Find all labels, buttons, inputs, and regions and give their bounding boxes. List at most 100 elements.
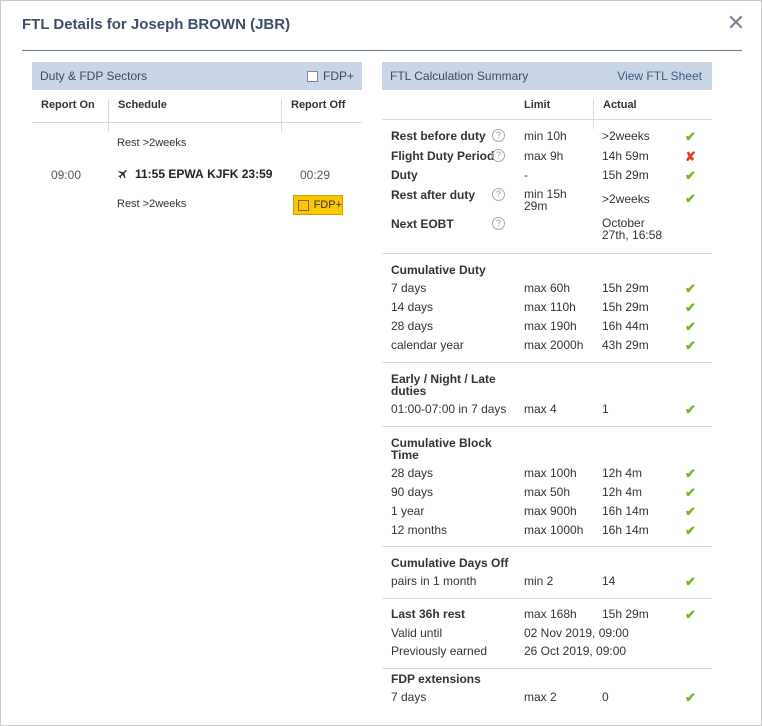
origin-airport: EPWA bbox=[168, 167, 204, 181]
duty-panel-title: Duty & FDP Sectors bbox=[40, 69, 148, 83]
row-limit: max 100h bbox=[524, 466, 577, 480]
row-limit: max 190h bbox=[524, 319, 577, 333]
row-limit: max 900h bbox=[524, 504, 577, 518]
title-divider bbox=[22, 50, 742, 51]
summary-panel-header: FTL Calculation Summary View FTL Sheet bbox=[382, 62, 712, 90]
row-actual: 43h 29m bbox=[602, 338, 649, 352]
last-rest-section: Last 36h rest max 168h 15h 29m ✔ Valid u… bbox=[382, 599, 712, 669]
fdp-plus-label: FDP+ bbox=[323, 69, 355, 83]
col-schedule: Schedule bbox=[118, 99, 167, 111]
flight-sector[interactable]: 11:55 EPWA KJFK 23:59 bbox=[117, 167, 272, 181]
report-on-time: 09:00 bbox=[51, 168, 82, 182]
row-limit: max 2 bbox=[524, 690, 557, 704]
row-limit: min 15h 29m bbox=[524, 187, 567, 213]
cumulative-duty-section: Cumulative Duty 7 days max 60h 15h 29m ✔… bbox=[382, 254, 712, 363]
row-label: Flight Duty Period bbox=[391, 149, 495, 163]
fdp-plus-toggle-label: FDP+ bbox=[313, 199, 342, 211]
section-title: Last 36h rest bbox=[391, 607, 466, 621]
row-label: 28 days bbox=[391, 466, 434, 480]
check-icon: ✔ bbox=[685, 485, 696, 500]
row-actual: 14 bbox=[602, 574, 616, 588]
row-actual: 15h 29m bbox=[602, 281, 649, 295]
check-icon: ✔ bbox=[685, 574, 696, 589]
row-limit: max 110h bbox=[524, 300, 576, 314]
fdp-extensions-section: FDP extensions 7 days max 2 0 ✔ bbox=[382, 669, 712, 715]
check-icon: ✔ bbox=[685, 607, 696, 622]
cross-icon: ✘ bbox=[685, 149, 696, 164]
row-actual: 15h 29m bbox=[602, 300, 649, 314]
check-icon: ✔ bbox=[685, 168, 696, 183]
rest-after-label: Rest >2weeks bbox=[117, 198, 187, 210]
help-icon[interactable]: ? bbox=[492, 129, 505, 142]
row-limit: max 2000h bbox=[524, 338, 584, 352]
row-limit: max 4 bbox=[524, 402, 557, 416]
fdp-plus-toggle[interactable]: FDP+ bbox=[293, 195, 343, 215]
ftl-summary-panel: FTL Calculation Summary View FTL Sheet L… bbox=[382, 62, 712, 715]
row-label: calendar year bbox=[391, 338, 464, 352]
row-label: 28 days bbox=[391, 319, 434, 333]
fdp-plus-checkbox[interactable]: FDP+ bbox=[307, 69, 354, 83]
duty-column-headers: Report On Schedule Report Off bbox=[32, 90, 362, 132]
check-icon: ✔ bbox=[685, 281, 696, 296]
row-limit: min 2 bbox=[524, 574, 554, 588]
row-actual: 15h 29m bbox=[602, 607, 649, 621]
section-title: Cumulative Block Time bbox=[391, 436, 492, 462]
col-actual: Actual bbox=[603, 99, 637, 111]
row-actual: >2weeks bbox=[602, 129, 650, 143]
check-icon: ✔ bbox=[685, 338, 696, 353]
check-icon: ✔ bbox=[685, 191, 696, 206]
row-actual: 12h 4m bbox=[602, 485, 643, 499]
row-label: pairs in 1 month bbox=[391, 574, 477, 588]
row-limit: max 50h bbox=[524, 485, 571, 499]
close-icon[interactable]: ✕ bbox=[726, 12, 746, 34]
check-icon: ✔ bbox=[685, 504, 696, 519]
row-label: Previously earned bbox=[391, 644, 488, 658]
row-label: 14 days bbox=[391, 300, 434, 314]
ftl-details-dialog: FTL Details for Joseph BROWN (JBR) ✕ Dut… bbox=[0, 0, 762, 726]
row-actual: 0 bbox=[602, 690, 609, 704]
row-actual: >2weeks bbox=[602, 192, 650, 206]
days-off-section: Cumulative Days Off pairs in 1 month min… bbox=[382, 547, 712, 599]
col-report-on: Report On bbox=[41, 99, 95, 111]
row-label: 1 year bbox=[391, 504, 425, 518]
check-icon: ✔ bbox=[685, 402, 696, 417]
check-icon: ✔ bbox=[685, 300, 696, 315]
row-label: Rest before duty bbox=[391, 129, 486, 143]
row-label: 01:00-07:00 in 7 days bbox=[391, 402, 507, 416]
block-time-section: Cumulative Block Time 28 days max 100h 1… bbox=[382, 427, 712, 547]
row-limit: - bbox=[524, 168, 528, 182]
row-actual: October 27th, 16:58 bbox=[602, 216, 663, 242]
help-icon[interactable]: ? bbox=[492, 188, 505, 201]
row-actual: 15h 29m bbox=[602, 168, 649, 182]
duty-panel-header: Duty & FDP Sectors FDP+ bbox=[32, 62, 362, 90]
row-value: 26 Oct 2019, 09:00 bbox=[524, 644, 627, 658]
section-title: Cumulative Days Off bbox=[391, 556, 509, 570]
help-icon[interactable]: ? bbox=[492, 217, 505, 230]
row-label: Next EOBT bbox=[391, 217, 454, 231]
row-label: 12 months bbox=[391, 523, 448, 537]
airplane-icon bbox=[118, 170, 127, 179]
section-title: Early / Night / Late duties bbox=[391, 372, 496, 398]
row-actual: 1 bbox=[602, 402, 609, 416]
early-night-late-section: Early / Night / Late duties 01:00-07:00 … bbox=[382, 363, 712, 427]
row-limit: max 9h bbox=[524, 149, 564, 163]
section-title: Cumulative Duty bbox=[391, 263, 486, 277]
help-icon[interactable]: ? bbox=[492, 149, 505, 162]
checkbox-icon[interactable] bbox=[307, 70, 318, 82]
check-icon: ✔ bbox=[685, 319, 696, 334]
row-limit: min 10h bbox=[524, 129, 567, 143]
col-limit: Limit bbox=[524, 99, 551, 111]
dialog-title: FTL Details for Joseph BROWN (JBR) bbox=[22, 16, 291, 33]
row-limit: max 1000h bbox=[524, 523, 584, 537]
rest-before-label: Rest >2weeks bbox=[117, 137, 187, 149]
row-value: 02 Nov 2019, 09:00 bbox=[524, 626, 629, 640]
row-label: 90 days bbox=[391, 485, 434, 499]
row-label: Duty bbox=[391, 168, 418, 182]
view-ftl-sheet-link[interactable]: View FTL Sheet bbox=[617, 69, 702, 83]
check-icon: ✔ bbox=[685, 466, 696, 481]
row-actual: 16h 44m bbox=[602, 319, 649, 333]
row-actual: 16h 14m bbox=[602, 523, 649, 537]
checkbox-icon[interactable] bbox=[298, 199, 309, 211]
duty-fdp-panel: Duty & FDP Sectors FDP+ Report On Schedu… bbox=[32, 62, 362, 243]
row-label: 7 days bbox=[391, 690, 427, 704]
